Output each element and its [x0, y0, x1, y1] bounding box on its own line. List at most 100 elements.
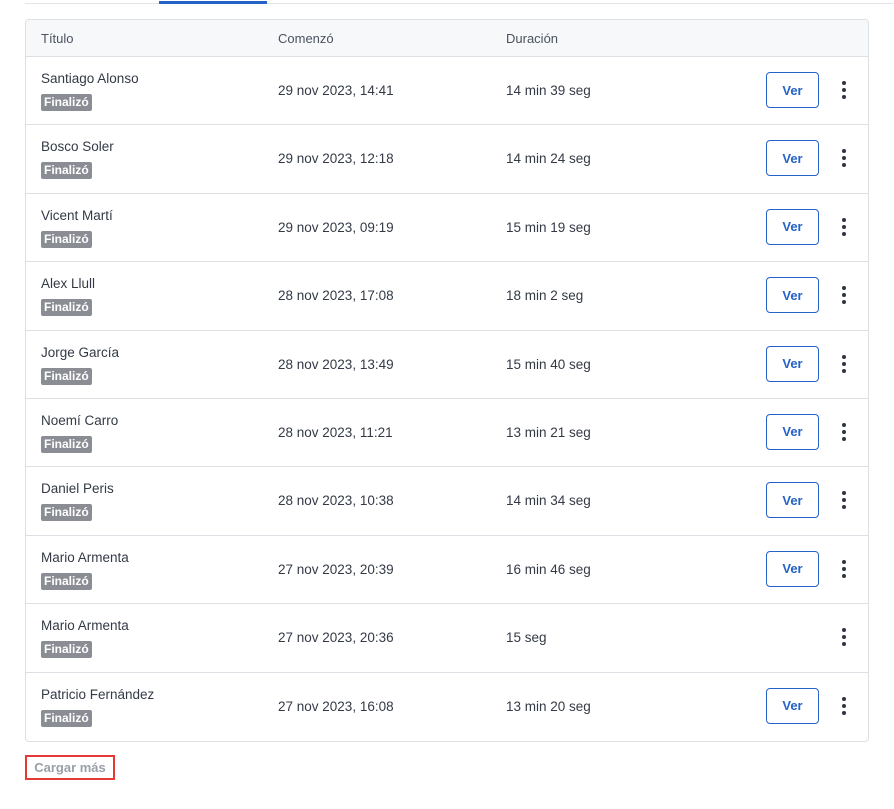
- table-row: Jorge García Finalizó 28 nov 2023, 13:49 15…: [26, 331, 868, 399]
- kebab-dot: [842, 491, 846, 496]
- load-more-button[interactable]: Cargar más: [25, 755, 115, 780]
- kebab-dot: [842, 566, 846, 571]
- status-badge: Finalizó: [41, 504, 92, 522]
- more-vertical-icon[interactable]: [834, 353, 854, 375]
- session-title: Mario Armenta: [41, 549, 129, 565]
- kebab-dot: [842, 156, 846, 161]
- view-button[interactable]: Ver: [766, 550, 819, 587]
- started-cell: 27 nov 2023, 20:39: [278, 561, 394, 577]
- more-vertical-icon[interactable]: [834, 558, 854, 580]
- kebab-dot: [842, 293, 846, 298]
- started-cell: 28 nov 2023, 17:08: [278, 288, 394, 304]
- kebab-dot: [842, 422, 846, 427]
- status-badge: Finalizó: [41, 367, 92, 385]
- session-title: Vicent Martí: [41, 207, 113, 223]
- duration-cell: 15 min 19 seg: [506, 219, 591, 235]
- started-cell: 28 nov 2023, 11:21: [278, 424, 393, 440]
- kebab-dot: [842, 628, 846, 633]
- started-cell: 29 nov 2023, 14:41: [278, 83, 394, 98]
- table-row: Patricio Fernández Finalizó 27 nov 2023, 1…: [26, 673, 868, 741]
- status-badge: Finalizó: [41, 230, 92, 248]
- kebab-dot: [842, 354, 846, 359]
- session-title: Alex Llull: [41, 276, 96, 292]
- column-header-started: Comenzó: [278, 31, 334, 46]
- more-vertical-icon[interactable]: [834, 147, 854, 169]
- duration-cell: 14 min 34 seg: [506, 493, 591, 509]
- table-row: Santiago Alonso Finalizó 29 nov 2023, 14:4…: [26, 57, 868, 126]
- table-row: Mario Armenta Finalizó 27 nov 2023, 20:36 1…: [26, 604, 868, 673]
- kebab-dot: [842, 436, 846, 441]
- more-vertical-icon[interactable]: [834, 284, 854, 306]
- view-button[interactable]: Ver: [766, 208, 819, 245]
- table-row: Daniel Peris Finalizó 28 nov 2023, 10:38 14…: [26, 467, 868, 536]
- view-button[interactable]: Ver: [766, 277, 819, 314]
- kebab-dot: [842, 573, 846, 578]
- session-title: Jorge García: [41, 344, 120, 360]
- duration-cell: 14 min 24 seg: [506, 151, 591, 167]
- tab-bar: [25, 0, 894, 4]
- session-title: Bosco Soler: [41, 139, 114, 155]
- kebab-dot: [842, 696, 846, 701]
- table-row: Noemí Carro Finalizó 28 nov 2023, 11:21 13 …: [26, 399, 868, 468]
- more-vertical-icon[interactable]: [834, 695, 854, 717]
- kebab-dot: [842, 286, 846, 291]
- column-header-title: Título: [41, 31, 74, 46]
- view-button[interactable]: Ver: [766, 345, 819, 382]
- session-title: Patricio Fernández: [41, 686, 155, 702]
- session-title: Daniel Peris: [41, 481, 114, 497]
- kebab-dot: [842, 429, 846, 434]
- active-tab-indicator: [159, 1, 267, 4]
- kebab-dot: [842, 88, 846, 92]
- started-cell: 28 nov 2023, 13:49: [278, 356, 394, 372]
- kebab-dot: [842, 300, 846, 305]
- table-header: Título Comenzó Duración: [26, 20, 868, 57]
- view-button[interactable]: Ver: [766, 687, 819, 724]
- table-row: Alex Llull Finalizó 28 nov 2023, 17:08 18 m…: [26, 262, 868, 331]
- started-cell: 27 nov 2023, 16:08: [278, 698, 394, 714]
- more-vertical-icon[interactable]: [834, 626, 854, 648]
- table-row: Vicent Martí Finalizó 29 nov 2023, 09:19 15…: [26, 194, 868, 263]
- kebab-dot: [842, 149, 846, 154]
- more-vertical-icon[interactable]: [834, 489, 854, 511]
- duration-cell: 14 min 39 seg: [506, 83, 591, 98]
- view-button[interactable]: Ver: [766, 482, 819, 519]
- status-badge: Finalizó: [41, 709, 92, 727]
- kebab-dot: [842, 498, 846, 503]
- status-badge: Finalizó: [41, 641, 92, 659]
- kebab-dot: [842, 710, 846, 715]
- kebab-dot: [842, 703, 846, 708]
- view-button[interactable]: Ver: [766, 72, 819, 108]
- kebab-dot: [842, 95, 846, 99]
- view-button[interactable]: Ver: [766, 140, 819, 177]
- table-body: Santiago Alonso Finalizó 29 nov 2023, 14:4…: [26, 57, 868, 741]
- column-header-duration: Duración: [506, 31, 559, 46]
- session-title: Mario Armenta: [41, 618, 129, 634]
- kebab-dot: [842, 368, 846, 373]
- status-badge: Finalizó: [41, 162, 92, 180]
- session-title: Santiago Alonso: [41, 71, 139, 86]
- duration-cell: 18 min 2 seg: [506, 288, 584, 304]
- kebab-dot: [842, 81, 846, 85]
- duration-cell: 16 min 46 seg: [506, 561, 591, 577]
- more-vertical-icon[interactable]: [834, 421, 854, 443]
- sessions-table: Título Comenzó Duración Santiago Alonso F…: [25, 19, 869, 742]
- kebab-dot: [842, 361, 846, 366]
- more-vertical-icon[interactable]: [834, 216, 854, 238]
- session-title: Noemí Carro: [41, 412, 119, 428]
- status-badge: Finalizó: [41, 435, 92, 453]
- kebab-dot: [842, 642, 846, 647]
- kebab-dot: [842, 635, 846, 640]
- kebab-dot: [842, 217, 846, 222]
- started-cell: 29 nov 2023, 12:18: [278, 151, 394, 167]
- more-vertical-icon[interactable]: [834, 79, 854, 101]
- started-cell: 28 nov 2023, 10:38: [278, 493, 394, 509]
- kebab-dot: [842, 231, 846, 236]
- kebab-dot: [842, 559, 846, 564]
- table-row: Mario Armenta Finalizó 27 nov 2023, 20:39 1…: [26, 536, 868, 605]
- duration-cell: 13 min 20 seg: [506, 698, 591, 714]
- duration-cell: 15 min 40 seg: [506, 356, 591, 372]
- view-button[interactable]: Ver: [766, 413, 819, 450]
- kebab-dot: [842, 224, 846, 229]
- table-row: Bosco Soler Finalizó 29 nov 2023, 12:18 14 …: [26, 125, 868, 194]
- status-badge: Finalizó: [41, 94, 92, 111]
